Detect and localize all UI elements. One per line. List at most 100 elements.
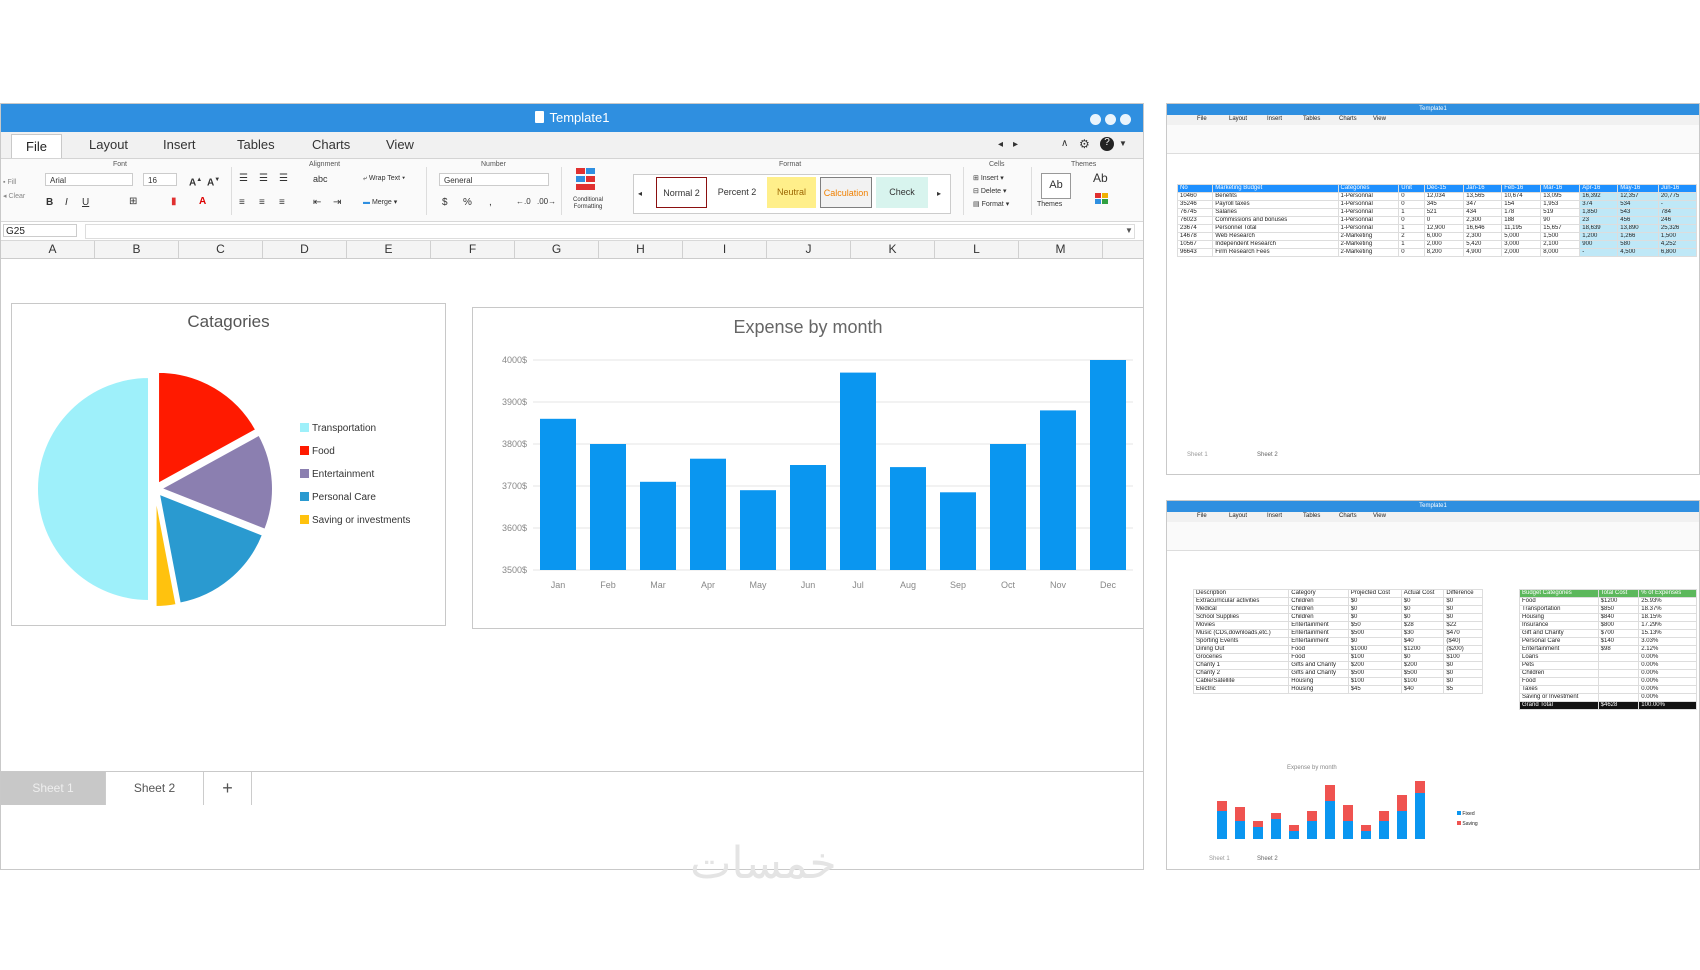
bar[interactable]	[540, 418, 576, 570]
table-cell[interactable]: 4,500	[1617, 248, 1659, 257]
table-cell[interactable]: 1,500	[1540, 232, 1581, 241]
table-cell[interactable]: $0	[1347, 605, 1402, 614]
table-cell[interactable]: 15,657	[1540, 224, 1581, 233]
table-cell[interactable]: 0.00%	[1638, 685, 1697, 694]
table-cell[interactable]: 0.00%	[1638, 677, 1697, 686]
themes-button[interactable]: Ab	[1041, 173, 1071, 199]
theme-fonts-button[interactable]: Ab	[1093, 172, 1108, 184]
bar[interactable]	[590, 444, 626, 570]
table-cell[interactable]	[1597, 677, 1640, 686]
mini-tab-charts[interactable]: Charts	[1339, 513, 1357, 519]
pie-chart[interactable]: Catagories Transportation Food Entertainme…	[11, 303, 446, 626]
table-cell[interactable]: 534	[1617, 200, 1659, 209]
table-cell[interactable]: Personnel Total	[1212, 224, 1339, 233]
window-controls[interactable]	[1086, 112, 1131, 130]
table-cell[interactable]: 0.00%	[1638, 653, 1697, 662]
table-cell[interactable]: 2.12%	[1638, 645, 1697, 654]
gear-icon[interactable]: ⚙	[1079, 138, 1090, 150]
borders-icon[interactable]: ⊞	[129, 196, 137, 208]
table-cell[interactable]: 76745	[1176, 208, 1214, 217]
table-cell[interactable]: 0	[1398, 248, 1425, 257]
table-cell[interactable]	[1597, 685, 1640, 694]
bar[interactable]	[990, 444, 1026, 570]
bar[interactable]	[890, 467, 926, 570]
table-cell[interactable]: $0	[1400, 605, 1445, 614]
table-cell[interactable]: 18.37%	[1638, 605, 1697, 614]
table-cell[interactable]: Children	[1288, 613, 1349, 622]
table-cell[interactable]: 25.93%	[1638, 597, 1697, 606]
table-cell[interactable]: 2,000	[1501, 248, 1542, 257]
table-cell[interactable]: Firm Research Fees	[1212, 248, 1339, 257]
table-cell[interactable]: Gift and Charity	[1519, 629, 1599, 638]
mini-sheet-tab-1[interactable]: Sheet 1	[1209, 856, 1230, 862]
window-dot-icon[interactable]	[1105, 114, 1116, 125]
tab-file[interactable]: File	[11, 134, 62, 158]
clear-button[interactable]: ◂ Clear	[3, 191, 25, 203]
table-cell[interactable]: Transportation	[1519, 605, 1599, 614]
mini-sheet-tab-1[interactable]: Sheet 1	[1187, 452, 1208, 458]
table-cell[interactable]: $100	[1347, 677, 1402, 686]
expand-formula-icon[interactable]: ▼	[1125, 225, 1133, 237]
bar[interactable]	[790, 465, 826, 570]
column-header[interactable]: L	[935, 241, 1019, 258]
styles-prev-icon[interactable]: ◂	[638, 188, 642, 200]
indent-increase-icon[interactable]: ⇥	[333, 197, 341, 209]
decrease-font-icon[interactable]: A▼	[207, 174, 220, 189]
table-cell[interactable]: $22	[1443, 621, 1483, 630]
window-dot-icon[interactable]	[1090, 114, 1101, 125]
table-cell[interactable]: $50	[1347, 621, 1402, 630]
table-cell[interactable]: Children	[1288, 605, 1349, 614]
table-cell[interactable]: School Supplies	[1192, 613, 1290, 622]
align-left-icon[interactable]: ≡	[239, 197, 245, 209]
table-cell[interactable]: Medical	[1192, 605, 1290, 614]
table-cell[interactable]: 374	[1579, 200, 1619, 209]
table-cell[interactable]: Charity 2	[1192, 669, 1290, 678]
table-cell[interactable]: 5,000	[1501, 232, 1542, 241]
table-cell[interactable]: 10460	[1176, 192, 1214, 201]
style-neutral[interactable]: Neutral	[767, 177, 816, 208]
fill-button[interactable]: ▪ Fill	[3, 177, 16, 189]
tab-tables[interactable]: Tables	[237, 137, 275, 152]
table-cell[interactable]: Salaries	[1212, 208, 1339, 217]
table-cell[interactable]: $500	[1400, 669, 1445, 678]
mini-tab-insert[interactable]: Insert	[1267, 116, 1282, 122]
theme-colors-icon[interactable]	[1095, 193, 1109, 205]
table-cell[interactable]: 1,500	[1657, 232, 1698, 241]
table-cell[interactable]: Loans	[1519, 653, 1599, 662]
column-header[interactable]: E	[347, 241, 431, 258]
column-header[interactable]: M	[1019, 241, 1103, 258]
column-header[interactable]: F	[431, 241, 515, 258]
table-cell[interactable]: 1,266	[1617, 232, 1659, 241]
table-cell[interactable]: $800	[1597, 621, 1640, 630]
table-cell[interactable]: Food	[1288, 653, 1349, 662]
table-cell[interactable]: 0	[1398, 200, 1425, 209]
table-cell[interactable]: 16,646	[1463, 224, 1503, 233]
table-cell[interactable]: 188	[1501, 216, 1542, 225]
table-cell[interactable]: Pets	[1519, 661, 1599, 670]
table-cell[interactable]: $30	[1400, 629, 1445, 638]
decrease-decimal-icon[interactable]: .00→	[537, 196, 556, 208]
increase-font-icon[interactable]: A▲	[189, 174, 202, 189]
column-header[interactable]: J	[767, 241, 851, 258]
currency-button[interactable]: $	[442, 197, 448, 209]
table-cell[interactable]: Saving or Investment	[1519, 693, 1599, 702]
table-cell[interactable]: 23	[1579, 216, 1619, 225]
table-cell[interactable]: 2,300	[1463, 232, 1503, 241]
table-cell[interactable]: $40	[1400, 637, 1445, 646]
window-dot-icon[interactable]	[1120, 114, 1131, 125]
table-cell[interactable]: $5	[1443, 685, 1483, 694]
table-cell[interactable]: 0	[1398, 192, 1425, 201]
table-cell[interactable]: 90	[1540, 216, 1581, 225]
table-cell[interactable]: 96643	[1176, 248, 1214, 257]
format-cells-button[interactable]: ▤ Format ▾	[973, 199, 1009, 211]
bar[interactable]	[640, 481, 676, 570]
pie-slice[interactable]	[36, 375, 150, 603]
table-cell[interactable]: $0	[1347, 637, 1402, 646]
table-cell[interactable]: $200	[1347, 661, 1402, 670]
conditional-formatting-label[interactable]: Conditional Formatting	[567, 197, 609, 211]
table-cell[interactable]: Movies	[1192, 621, 1290, 630]
font-name-select[interactable]: Arial	[45, 173, 133, 186]
align-right-icon[interactable]: ≡	[279, 197, 285, 209]
table-cell[interactable]: 2-Marketing	[1337, 248, 1400, 257]
styles-next-icon[interactable]: ▸	[937, 188, 941, 200]
